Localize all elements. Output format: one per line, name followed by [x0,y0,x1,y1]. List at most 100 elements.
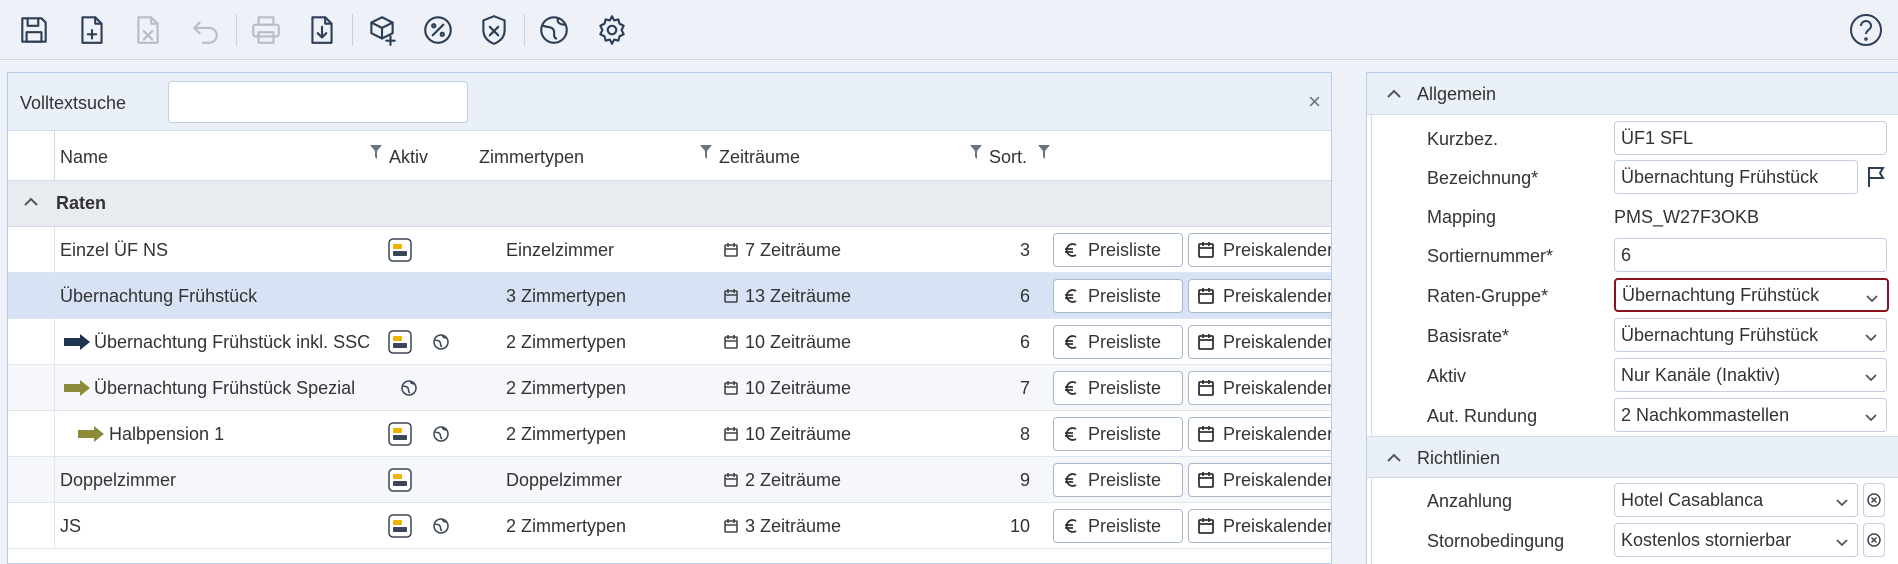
calendar-icon [723,380,739,396]
calendar-icon [723,426,739,442]
table-row[interactable]: Übernachtung Frühstück 3 Zimmertypen 13 … [8,273,1331,319]
table-row[interactable]: Übernachtung Frühstück inkl. SSC 2 Zimme… [8,319,1331,365]
mapping-label: Mapping [1427,207,1497,227]
chevron-down-icon [1864,408,1878,422]
euro-icon [1062,425,1080,443]
preisliste-button[interactable]: Preisliste [1053,463,1183,497]
derived-rate-arrow-icon [62,333,92,351]
chevron-up-icon[interactable] [22,193,42,213]
storno-label: Stornobedingung [1427,531,1565,551]
preisliste-button[interactable]: Preisliste [1053,279,1183,313]
preisliste-button[interactable]: Preisliste [1053,417,1183,451]
undo-icon [184,9,228,51]
filter-icon[interactable] [370,143,382,159]
table-header: Name Aktiv Zimmertypen Zeiträume Sort. [8,131,1331,181]
help-icon[interactable] [1848,12,1884,48]
rate-name: Übernachtung Frühstück Spezial [94,378,356,398]
zeitraeume-cell[interactable]: 3 Zeiträume [745,516,841,537]
preiskalender-button[interactable]: Preiskalender [1188,417,1331,451]
column-header-sort[interactable]: Sort. [989,147,1027,168]
section-allgemein[interactable]: Allgemein [1367,73,1898,115]
preiskalender-button[interactable]: Preiskalender [1188,325,1331,359]
preiskalender-button[interactable]: Preiskalender [1188,463,1331,497]
euro-icon [1062,517,1080,535]
calendar-icon [1197,287,1215,305]
ratengruppe-select[interactable]: Übernachtung Frühstück [1614,278,1889,312]
preisliste-button[interactable]: Preisliste [1053,233,1183,267]
zeitraeume-cell[interactable]: 10 Zeiträume [745,424,851,445]
filter-icon[interactable] [970,143,982,159]
table-row[interactable]: Doppelzimmer Doppelzimmer 2 Zeiträume 9 … [8,457,1331,503]
filter-icon[interactable] [1038,143,1050,159]
table-row[interactable]: Einzel ÜF NS Einzelzimmer 7 Zeiträume 3 … [8,227,1331,273]
kurzbez-input[interactable]: ÜF1 SFL [1614,121,1887,155]
preisliste-button[interactable]: Preisliste [1053,509,1183,543]
zeitraeume-cell[interactable]: 10 Zeiträume [745,332,851,353]
euro-icon [1062,333,1080,351]
search-input[interactable] [168,81,468,123]
preiskalender-button[interactable]: Preiskalender [1188,509,1331,543]
globe-icon [432,517,450,535]
zeitraeume-cell[interactable]: 10 Zeiträume [745,378,851,399]
table-row[interactable]: Übernachtung Frühstück Spezial 2 Zimmert… [8,365,1331,411]
anzahlung-select[interactable]: Hotel Casablanca [1614,483,1858,517]
preisliste-button[interactable]: Preisliste [1053,325,1183,359]
calendar-icon [723,242,739,258]
bezeichnung-label: Bezeichnung* [1427,168,1539,188]
group-label: Raten [56,193,107,213]
table-row[interactable]: JS 2 Zimmertypen 3 Zeiträume 10 Preislis… [8,503,1331,549]
column-header-aktiv[interactable]: Aktiv [389,147,428,168]
zimmertypen-cell: 2 Zimmertypen [506,332,627,352]
column-header-zeitraeume[interactable]: Zeiträume [719,147,800,168]
delete-document-icon [126,9,170,51]
aktiv-status-icon [388,514,412,538]
sort-cell: 10 [1009,516,1030,536]
sort-cell: 3 [1019,240,1030,260]
aktiv-select[interactable]: Nur Kanäle (Inaktiv) [1614,358,1887,392]
section-richtlinien[interactable]: Richtlinien [1367,436,1898,478]
table-row[interactable]: Halbpension 1 2 Zimmertypen 10 Zeiträume… [8,411,1331,457]
rate-name: Übernachtung Frühstück [60,286,258,306]
zeitraeume-cell[interactable]: 7 Zeiträume [745,240,841,261]
zeitraeume-cell[interactable]: 13 Zeiträume [745,286,851,307]
chevron-up-icon[interactable] [1385,85,1403,103]
bezeichnung-input[interactable]: Übernachtung Frühstück [1614,160,1858,194]
preiskalender-button[interactable]: Preiskalender [1188,279,1331,313]
column-header-zimmertypen[interactable]: Zimmertypen [479,147,584,168]
chevron-up-icon[interactable] [1385,449,1403,467]
sortiernummer-label: Sortiernummer* [1427,246,1554,266]
calendar-icon [723,334,739,350]
download-icon[interactable] [300,9,344,51]
euro-icon [1062,287,1080,305]
new-document-icon[interactable] [70,9,114,51]
save-icon[interactable] [12,9,56,51]
flag-icon[interactable] [1865,165,1887,189]
filter-icon[interactable] [700,143,712,159]
clear-storno-button[interactable] [1863,523,1885,557]
preiskalender-button[interactable]: Preiskalender [1188,371,1331,405]
zimmertypen-cell: 3 Zimmertypen [506,286,627,306]
anzahlung-label: Anzahlung [1427,491,1513,511]
basisrate-select[interactable]: Übernachtung Frühstück [1614,318,1887,352]
zeitraeume-cell[interactable]: 2 Zeiträume [745,470,841,491]
calendar-icon [1197,379,1215,397]
rundung-select[interactable]: 2 Nachkommastellen [1614,398,1887,432]
preiskalender-button[interactable]: Preiskalender [1188,233,1331,267]
preisliste-button[interactable]: Preisliste [1053,371,1183,405]
search-clear-button[interactable]: × [1308,91,1321,113]
calendar-icon [1197,333,1215,351]
storno-select[interactable]: Kostenlos stornierbar [1614,523,1858,557]
column-header-name[interactable]: Name [60,147,108,168]
box-plus-icon[interactable] [360,9,404,51]
globe-icon[interactable] [532,9,576,51]
rate-name: Übernachtung Frühstück inkl. SSC [94,332,371,352]
sort-cell: 8 [1019,424,1030,444]
clear-anzahlung-button[interactable] [1863,483,1885,517]
gear-icon[interactable] [590,9,634,51]
percent-badge-icon[interactable] [416,9,460,51]
calendar-icon [723,518,739,534]
shield-x-icon[interactable] [472,9,516,51]
group-row-raten[interactable]: Raten [8,181,1331,227]
sortiernummer-input[interactable]: 6 [1614,238,1887,272]
calendar-icon [1197,517,1215,535]
